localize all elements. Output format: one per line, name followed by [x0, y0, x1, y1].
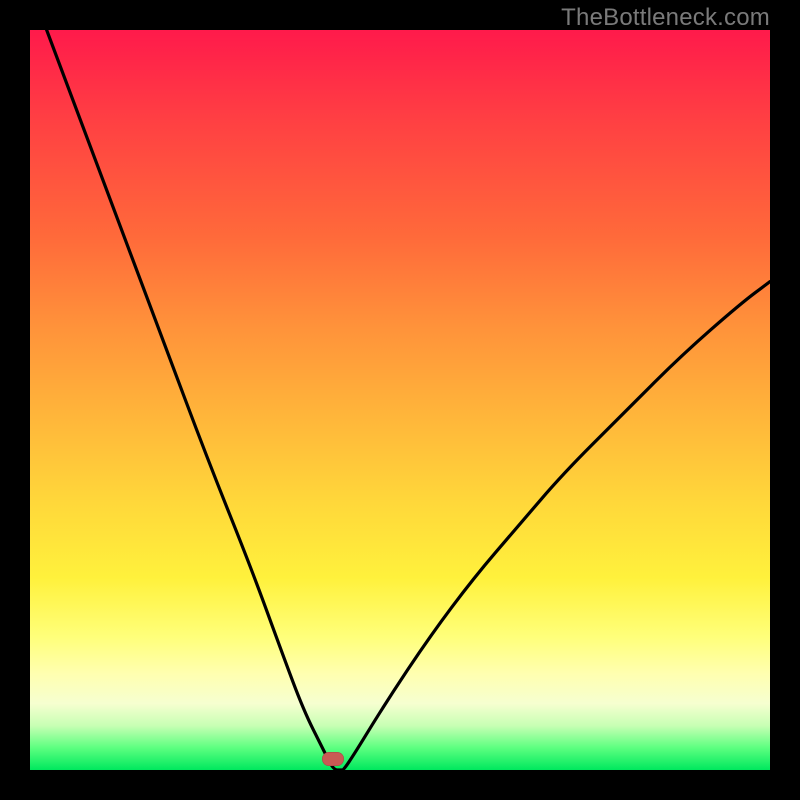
- bottleneck-marker: [322, 752, 344, 766]
- bottleneck-curve: [30, 30, 770, 770]
- curve-svg: [30, 30, 770, 770]
- watermark-text: TheBottleneck.com: [561, 4, 770, 32]
- chart-frame: TheBottleneck.com: [0, 0, 800, 800]
- plot-area: [30, 30, 770, 770]
